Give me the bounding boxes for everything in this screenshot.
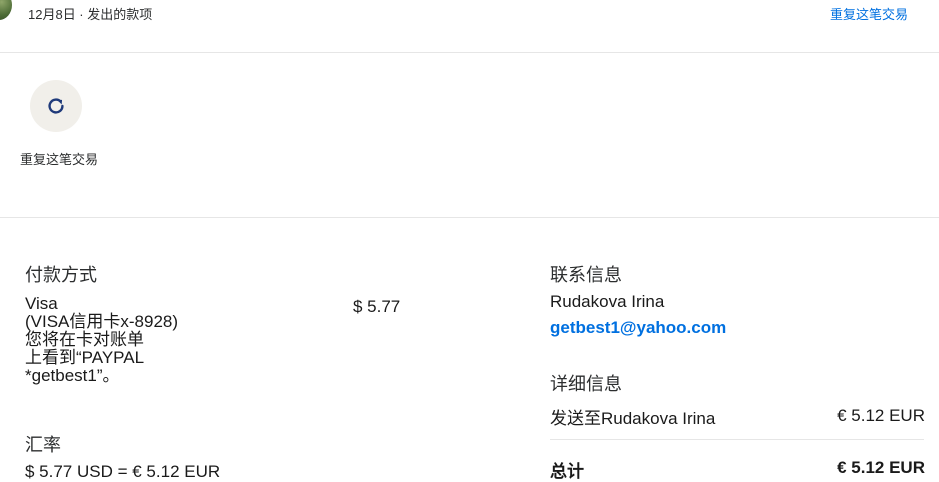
refresh-icon xyxy=(48,98,64,114)
card-line: 上看到“PAYPAL xyxy=(25,348,145,367)
contact-info-heading: 联系信息 xyxy=(550,265,622,285)
details-heading: 详细信息 xyxy=(550,374,622,394)
exchange-rate-heading: 汇率 xyxy=(25,435,61,455)
details-divider xyxy=(550,439,924,440)
contact-email-link[interactable]: getbest1@yahoo.com xyxy=(550,318,726,338)
card-line: Visa xyxy=(25,294,58,313)
repeat-transaction-button[interactable] xyxy=(30,80,82,132)
transaction-date-line: 12月8日 · 发出的款项 xyxy=(28,7,153,22)
card-line: *getbest1”。 xyxy=(25,366,120,385)
sent-to-label: 发送至Rudakova Irina xyxy=(550,409,716,428)
payment-amount: $ 5.77 xyxy=(353,297,401,316)
payment-card-details: Visa (VISA信用卡x-8928) 您将在卡对账单 上看到“PAYPAL … xyxy=(25,295,255,385)
header-divider xyxy=(0,52,939,53)
repeat-transaction-label[interactable]: 重复这笔交易 xyxy=(20,149,98,170)
sent-to-amount: € 5.12 EUR xyxy=(837,406,925,425)
card-line: 您将在卡对账单 xyxy=(25,330,144,349)
card-line: (VISA信用卡x-8928) xyxy=(25,312,179,331)
contact-name: Rudakova Irina xyxy=(550,292,665,311)
actions-divider xyxy=(0,217,939,218)
exchange-rate-value: $ 5.77 USD = € 5.12 EUR xyxy=(25,462,221,481)
avatar xyxy=(0,0,12,20)
repeat-transaction-link[interactable]: 重复这笔交易 xyxy=(830,4,908,23)
total-label: 总计 xyxy=(550,462,584,481)
payment-method-heading: 付款方式 xyxy=(25,265,97,285)
total-amount: € 5.12 EUR xyxy=(837,458,925,477)
